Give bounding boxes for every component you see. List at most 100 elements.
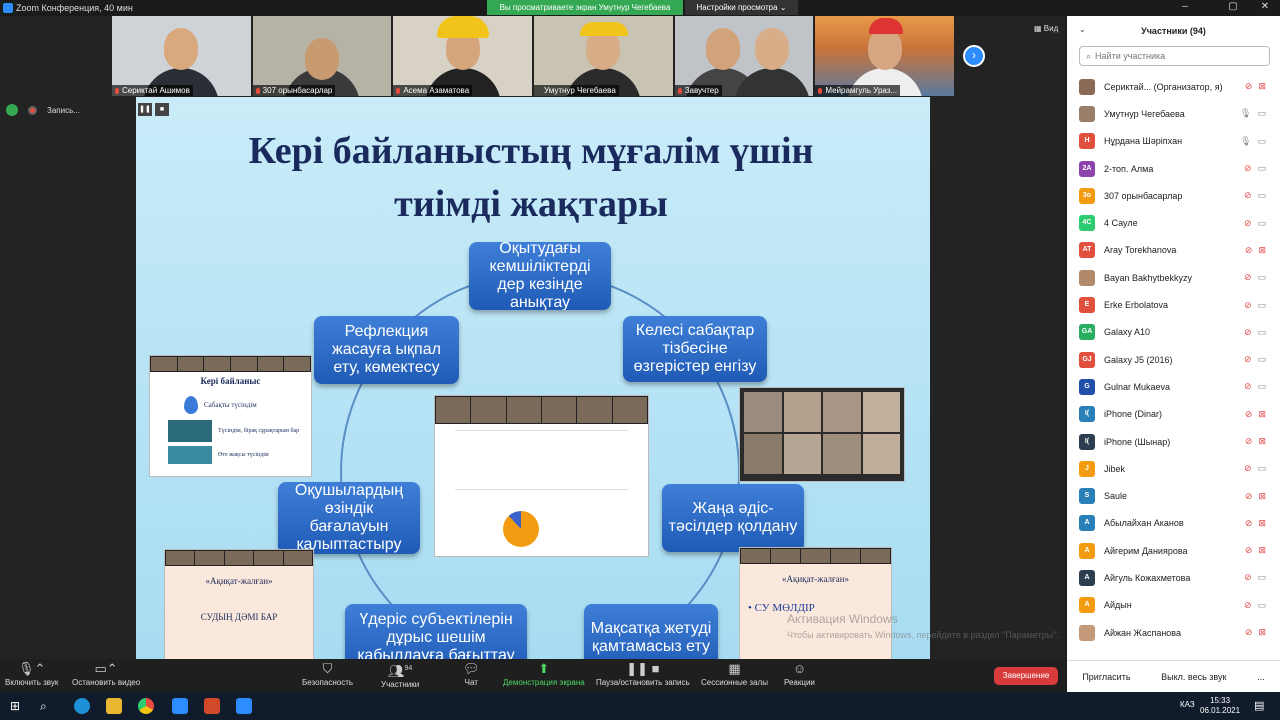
more-button[interactable]: ... [1257,672,1265,682]
participant-row[interactable]: Сериктай... (Организатор, я) ⊘ ⊠ [1067,73,1280,100]
avatar: A [1079,569,1095,586]
pause-icon[interactable]: ❚❚ [138,103,152,116]
camera-icon: ▭ [1257,272,1266,283]
mic-muted-icon: ⊘ [1244,517,1253,528]
notification-icon[interactable]: ▤ [1254,698,1270,714]
participant-name: Aray Torekhanova [1104,245,1177,256]
participant-row[interactable]: GJ Galaxy J5 (2016) ⊘ ▭ [1067,346,1280,373]
avatar: Н [1079,133,1095,150]
participant-status: ⊘ ▭ [1244,163,1266,174]
chevron-down-icon[interactable]: ⌄ [1079,25,1086,34]
slide-box: Оқушылардың өзіндік бағалауын қалыптасты… [278,482,420,554]
search-input[interactable]: ⌕ Найти участника [1079,46,1270,66]
reactions-button[interactable]: ☺ Реакции [784,660,815,687]
language-indicator[interactable]: КАЗ [1180,700,1195,709]
video-thumbnail[interactable]: Завучтер [674,16,814,96]
invite-button[interactable]: Пригласить [1082,672,1130,682]
stop-icon[interactable]: ■ [155,103,169,116]
chrome-icon[interactable] [138,698,154,714]
participants-footer: Пригласить Выкл. весь звук ... [1067,660,1280,692]
video-thumbnail[interactable]: 307 орынбасарлар [252,16,392,96]
participant-status: ⊘ ▭ [1244,572,1266,583]
participant-row[interactable]: 4С 4 Сауле ⊘ ▭ [1067,209,1280,236]
avatar: 4С [1079,215,1095,232]
participant-row[interactable]: A Абылайхан Аканов ⊘ ⊠ [1067,510,1280,537]
participant-row[interactable]: A Айгуль Кожахметова ⊘ ▭ [1067,564,1280,591]
security-button[interactable]: ⛉ Безопасность [302,660,353,687]
participant-status: ⊘ ▭ [1244,272,1266,283]
breakout-rooms-button[interactable]: ▦ Сессионные залы [701,660,768,687]
clock-date: 06.01.2021 [1200,706,1241,715]
participant-row[interactable]: A Айдын ⊘ ▭ [1067,592,1280,619]
close-icon[interactable]: ✕ [1252,0,1278,14]
participant-row[interactable]: 2А 2-топ. Алма ⊘ ▭ [1067,155,1280,182]
participant-row[interactable]: S Saule ⊘ ⊠ [1067,482,1280,509]
system-clock[interactable]: 15:33 06.01.2021 [1200,696,1240,716]
participant-row[interactable]: Bayan Bakhytbekkyzy ⊘ ▭ [1067,264,1280,291]
end-meeting-button[interactable]: Завершение [994,667,1058,685]
mini-video-strip [165,550,313,566]
view-button[interactable]: ▦ Вид [1034,24,1058,33]
search-icon[interactable]: ⌕ [40,698,56,714]
video-thumbnail[interactable]: Асема Азаматова [393,16,533,96]
shield-icon: ⛉ [322,661,333,676]
participant-row[interactable]: I(iPhone (Dinar) ⊘ ⊠ [1067,401,1280,428]
participant-row[interactable]: J Jibek ⊘ ▭ [1067,455,1280,482]
edge-icon[interactable] [74,698,90,714]
mute-all-button[interactable]: Выкл. весь звук [1161,672,1226,682]
participant-status: ⊘ ⊠ [1245,81,1266,92]
participants-button[interactable]: 👥︎94 Участники [381,660,419,689]
video-thumbnail[interactable]: Мейрамгуль Ураз... [815,16,955,96]
participant-row[interactable]: Умутнур Чегебаева 🎙︎ ▭ [1067,100,1280,127]
participant-row[interactable]: E Erke Erbolatova ⊘ ▭ [1067,291,1280,318]
participant-row[interactable]: GA Galaxy A10 ⊘ ▭ [1067,319,1280,346]
windows-start-icon[interactable]: ⊞ [10,698,26,714]
participant-name: Saule [1104,491,1128,502]
powerpoint-icon[interactable] [204,698,220,714]
pause-stop-recording-button[interactable]: ❚❚ ■ Пауза/остановить запись [596,660,690,687]
file-explorer-icon[interactable] [106,698,122,714]
participant-row[interactable]: Н Нұрдана Шәріпхан 🎙︎ ▭ [1067,128,1280,155]
avatar: AT [1079,242,1095,259]
minimize-icon[interactable]: – [1172,0,1198,14]
zoom-icon[interactable] [172,698,188,714]
participant-status: ⊘ ▭ [1244,218,1266,229]
maximize-icon[interactable]: ▢ [1220,0,1246,14]
windows-activation-watermark: Активация Windows [787,612,898,626]
toolbar-label: Чат [464,678,478,687]
participant-list: Сериктай... (Организатор, я) ⊘ ⊠ Умутнур Че… [1067,73,1280,646]
mic-muted-icon: ⊘ [1243,463,1252,474]
unmute-button[interactable]: 🎙︎⌃ Включить звук [5,660,58,687]
avatar [1079,105,1095,122]
view-settings-button[interactable]: Настройки просмотра ⌄ [685,0,798,15]
participant-row[interactable]: A Айгерим Даниярова ⊘ ⊠ [1067,537,1280,564]
share-screen-button[interactable]: ⬆ Демонстрация экрана [503,660,585,687]
participant-row[interactable]: AT Aray Torekhanova ⊘ ⊠ [1067,237,1280,264]
mic-muted-icon: ⊘ [1243,272,1252,283]
mic-muted-icon: ⊘ [1244,408,1253,419]
recording-label: Запись... [47,105,80,115]
next-page-icon[interactable]: › [963,45,985,67]
mic-muted-icon: ⊘ [1243,163,1252,174]
participant-name: Сериктай... (Организатор, я) [1104,81,1223,92]
avatar: G [1079,378,1095,395]
toolbar-label: Сессионные залы [701,678,768,687]
stop-video-button[interactable]: ▭⌃ Остановить видео [72,660,140,687]
participant-row[interactable]: I(iPhone (Шынар) ⊘ ⊠ [1067,428,1280,455]
participant-name: iPhone (Шынар) [1104,436,1171,447]
slide-box: Рефлекция жасауға ықпал ету, көмектесу [314,316,459,384]
participant-name: Bayan Bakhytbekkyzy [1104,272,1193,283]
avatar [1079,78,1095,95]
smile-icon: ☺ [792,661,807,676]
participant-name: 2-топ. Алма [1104,163,1154,174]
chat-button[interactable]: 💬︎ Чат [463,660,480,687]
participant-name: 307 орынбасарлар [1104,190,1183,201]
participant-status: ⊘ ⊠ [1245,627,1266,638]
zoom-icon[interactable] [236,698,252,714]
video-thumbnail[interactable]: Сериктай Ашимов [112,16,251,96]
video-thumbnail-active-speaker[interactable]: Умутнур Чегебаева [534,16,673,96]
participant-row[interactable]: 3о 307 орынбасарлар ⊘ ▭ [1067,182,1280,209]
grid-icon: ▦ [728,661,741,676]
participant-row[interactable]: G Gulnar Mukaeva ⊘ ▭ [1067,373,1280,400]
participant-row[interactable]: Айжан Жаспанова ⊘ ⊠ [1067,619,1280,646]
